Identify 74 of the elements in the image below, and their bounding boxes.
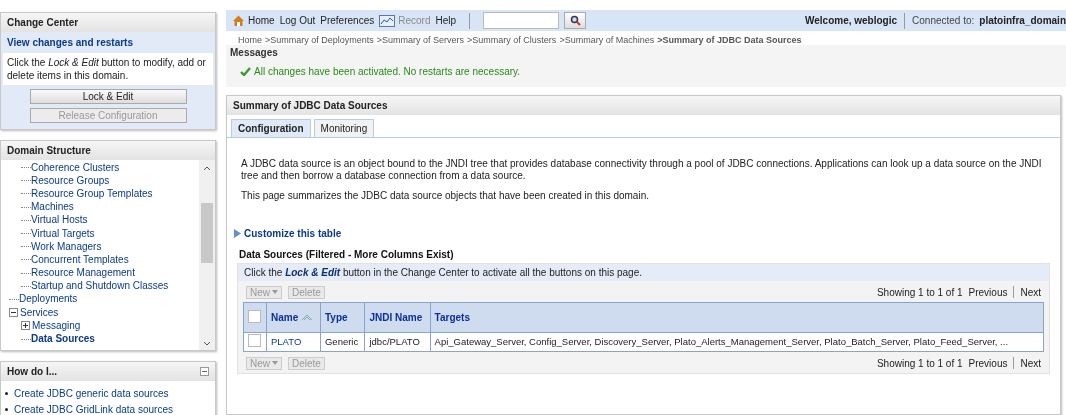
tree-item[interactable]: Data Sources [31,333,95,346]
checkmark-icon [240,67,251,76]
pager-status: Showing 1 to 1 of 1 [876,357,963,369]
tree-item[interactable]: Resource Group Templates [31,187,153,200]
select-all-checkbox[interactable] [248,309,261,323]
connected-label: Connected to: [912,15,975,26]
table-title: Data Sources (Filtered - More Columns Exist) [239,248,455,260]
lock-edit-button[interactable]: Lock & Edit [29,89,187,104]
chart-icon [379,14,396,27]
tree-item[interactable]: Virtual Targets [31,227,95,240]
welcome-text: Welcome, weblogic [805,15,898,26]
change-center-note: Click the Lock & Edit button to modify, add or delete items in this domain. [3,53,213,85]
search-button[interactable] [564,12,587,29]
table-hint: Click the Lock & Edit button in the Change Center to activate all the buttons on this page. [238,263,1049,281]
column-header[interactable]: JNDI Name [364,302,431,332]
messages-title: Messages [230,47,279,58]
tree-item[interactable]: Machines [31,201,74,214]
domain-name: platoinfra_domain [979,15,1066,26]
collapse-icon[interactable] [9,308,18,318]
tab[interactable]: Configuration [231,119,311,137]
scrollbar[interactable] [199,160,215,350]
tree-item[interactable]: Deployments [19,293,78,306]
home-icon [232,14,245,27]
panel-title: Domain Structure [1,141,215,160]
breadcrumb-link[interactable]: Home [238,35,262,45]
next-link[interactable]: Next [1020,357,1041,369]
panel-title: Change Center [1,13,215,32]
tab[interactable]: Monitoring [313,119,375,137]
sort-icon [301,312,314,321]
pager-status: Showing 1 to 1 of 1 [876,286,963,298]
row-checkbox[interactable] [248,334,261,347]
help-link[interactable]: Create JDBC generic data sources [14,387,169,399]
help-link[interactable]: Create JDBC GridLink data sources [14,403,173,415]
collapse-icon[interactable] [200,367,209,376]
breadcrumb-link[interactable]: >Summary of JDBC Data Sources [657,35,802,45]
tree-item[interactable]: Startup and Shutdown Classes [31,280,169,293]
column-header[interactable]: Targets [430,302,1044,332]
description-text: This page summarizes the JDBC data source objects that have been created in this domain. [241,190,650,202]
panel-title: Summary of JDBC Data Sources [227,96,1060,115]
scroll-up-icon[interactable] [203,166,211,171]
breadcrumb-link[interactable]: >Summary of Machines [559,35,655,45]
toolbar-link[interactable]: Preferences [320,15,375,26]
toolbar-link[interactable]: Log Out [279,15,316,26]
triangle-icon [233,227,242,239]
column-header[interactable]: Type [320,302,365,332]
breadcrumb-link[interactable]: >Summary of Deployments [265,35,374,45]
description-text: A JDBC data source is an object bound to the JNDI tree that provides database connectivity through a pool of JDBC connections. Applications can look up a data source on the JNDI tree and then borrow a database connection from a data source. [241,158,1043,181]
tree-item[interactable]: Resource Groups [31,174,110,187]
panel-title: How do I... [1,362,215,381]
breadcrumb-link[interactable]: >Summary of Clusters [467,35,557,45]
tree-item[interactable]: Coherence Clusters [31,161,120,174]
breadcrumb-link[interactable]: >Summary of Servers [376,35,465,45]
tree-item[interactable]: Virtual Hosts [31,214,88,227]
search-field[interactable] [483,12,560,29]
previous-link[interactable]: Previous [968,357,1008,369]
tree-item[interactable]: Concurrent Templates [31,253,129,266]
toolbar-link[interactable]: Help [435,15,457,26]
scroll-down-icon[interactable] [203,341,211,346]
tree-item[interactable]: Services [20,306,59,319]
search-icon [569,15,581,26]
caret-icon [272,361,278,365]
tree-item[interactable]: Messaging [32,319,81,332]
next-link[interactable]: Next [1020,286,1041,298]
tree-item[interactable]: Work Managers [31,240,102,253]
customize-table-link[interactable]: Customize this table [233,227,1052,239]
scrollbar-thumb[interactable] [201,203,213,263]
column-header[interactable]: Name [266,302,321,332]
toolbar-link[interactable]: Home [232,14,275,27]
success-message: All changes have been activated. No restarts are necessary. [254,66,521,77]
expand-icon[interactable] [21,321,30,331]
tree-item[interactable]: Resource Management [31,267,135,280]
caret-icon [272,290,278,294]
view-changes-link[interactable]: View changes and restarts [1,32,215,53]
previous-link[interactable]: Previous [968,286,1008,298]
